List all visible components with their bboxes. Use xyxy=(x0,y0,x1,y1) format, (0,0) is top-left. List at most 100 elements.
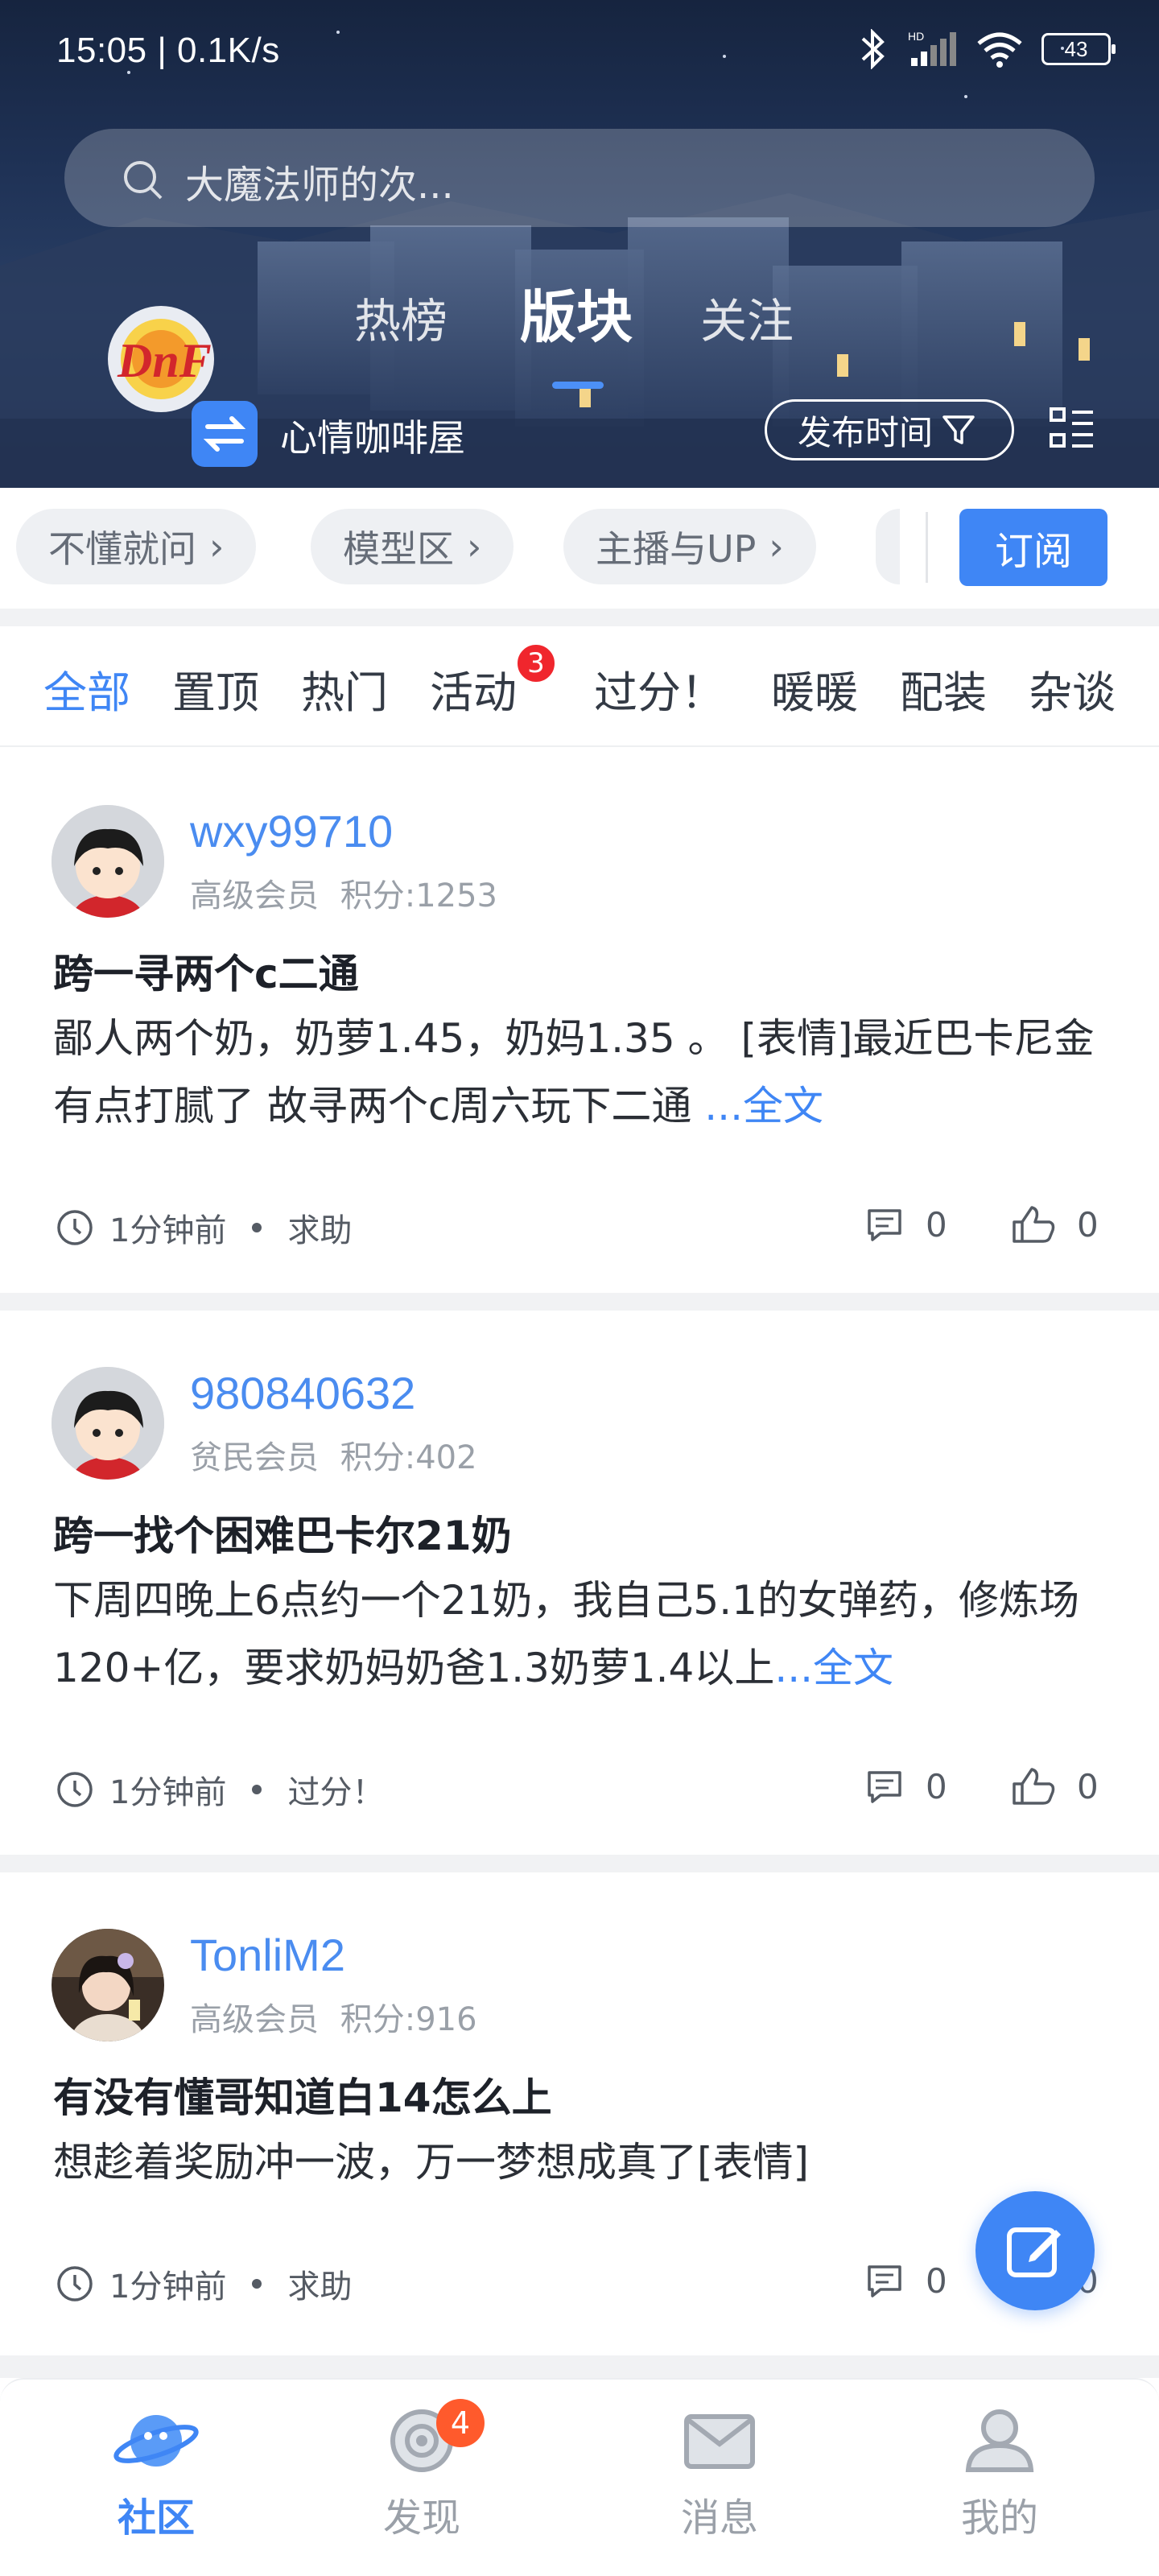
edit-icon xyxy=(1007,2227,1061,2277)
avatar[interactable] xyxy=(52,1929,164,2041)
filter-builds[interactable]: 配装 xyxy=(900,657,987,720)
post-tag[interactable]: 过分！ xyxy=(287,1766,384,1813)
filter-chat[interactable]: 杂谈 xyxy=(1029,657,1116,720)
post-tag[interactable]: 求助 xyxy=(287,2260,352,2307)
chip-partial[interactable] xyxy=(876,509,900,584)
battery-level: 43 xyxy=(1064,36,1088,61)
avatar[interactable] xyxy=(52,1367,164,1480)
nav-discover[interactable]: 发现 4 xyxy=(341,2399,502,2542)
post-meta: 1分钟前 过分！ xyxy=(55,1766,384,1813)
member-points: 积分:916 xyxy=(340,2001,477,2038)
nav-label: 消息 xyxy=(680,2496,758,2541)
member-rank: 高级会员 xyxy=(190,2001,319,2038)
post-member-info: 高级会员 积分:1253 xyxy=(190,869,497,916)
post-card[interactable]: wxy99710 高级会员 积分:1253 跨一寻两个c二通 鄙人两个奶，奶萝1… xyxy=(0,749,1159,1293)
nav-community[interactable]: 社区 xyxy=(76,2404,237,2542)
search-bar[interactable]: 大魔法师的次... xyxy=(64,129,1095,227)
filter-warm[interactable]: 暖暖 xyxy=(771,657,858,720)
nav-profile[interactable]: 我的 xyxy=(919,2404,1080,2542)
comment-icon xyxy=(868,2265,901,2297)
svg-text:HD: HD xyxy=(908,30,924,43)
post-time: 1分钟前 xyxy=(109,2268,227,2306)
member-rank: 贫民会员 xyxy=(190,1439,319,1476)
post-divider xyxy=(0,1293,1159,1311)
planet-icon xyxy=(113,2415,199,2467)
post-divider xyxy=(0,2355,1159,2378)
filter-pinned[interactable]: 置顶 xyxy=(172,657,259,720)
chevron-right-icon: › xyxy=(467,525,482,568)
signal-icon: HD xyxy=(908,30,956,66)
member-rank: 高级会员 xyxy=(190,877,319,914)
comment-count[interactable]: 0 xyxy=(864,1204,947,1245)
board-name: 心情咖啡屋 xyxy=(280,416,465,460)
post-tag[interactable]: 求助 xyxy=(287,1204,352,1251)
filter-all[interactable]: 全部 xyxy=(43,657,130,720)
wifi-icon xyxy=(977,32,1022,68)
comment-icon xyxy=(868,1771,901,1803)
clock-icon xyxy=(57,2266,93,2301)
nav-label: 发现 xyxy=(382,2496,460,2541)
post-username[interactable]: TonliM2 xyxy=(190,1929,345,1981)
tab-following[interactable]: 关注 xyxy=(700,283,794,351)
tab-hot-list[interactable]: 热榜 xyxy=(354,283,448,351)
filter-hot[interactable]: 热门 xyxy=(301,657,388,720)
read-more-link[interactable]: ...全文 xyxy=(704,1083,823,1129)
chips-divider xyxy=(926,512,928,583)
chip-label: 主播与UP xyxy=(596,527,757,571)
comment-count[interactable]: 0 xyxy=(864,2260,947,2301)
post-card[interactable]: TonliM2 高级会员 积分:916 有没有懂哥知道白14怎么上 想趁着奖励冲… xyxy=(0,1872,1159,2372)
mail-icon xyxy=(684,2414,755,2469)
separator-dot xyxy=(252,1785,262,1794)
like-count[interactable]: 0 xyxy=(1011,1204,1099,1245)
search-placeholder: 大魔法师的次... xyxy=(185,163,454,208)
post-meta: 1分钟前 求助 xyxy=(55,1204,352,1251)
post-body: 下周四晚上6点约一个21奶，我自己5.1的女弹药，修炼场120+亿，要求奶妈奶爸… xyxy=(53,1567,1116,1702)
post-card[interactable]: 980840632 贫民会员 积分:402 跨一找个困难巴卡尔21奶 下周四晚上… xyxy=(0,1311,1159,1855)
list-layout-icon[interactable] xyxy=(1048,406,1096,451)
filter-tabs: 全部 置顶 热门 活动 过分！ 暖暖 配装 杂谈 xyxy=(0,626,1159,747)
comment-icon xyxy=(868,1209,901,1241)
bottom-navigation: 社区 发现 4 消息 我的 xyxy=(0,2378,1159,2576)
post-title: 跨一找个困难巴卡尔21奶 xyxy=(53,1513,512,1559)
post-title: 跨一寻两个c二通 xyxy=(53,951,359,997)
clock-icon xyxy=(57,1210,93,1245)
post-time: 1分钟前 xyxy=(109,1774,227,1811)
comment-count[interactable]: 0 xyxy=(864,1766,947,1806)
svg-text:DnF: DnF xyxy=(117,334,212,387)
read-more-link[interactable]: ...全文 xyxy=(774,1645,893,1691)
avatar[interactable] xyxy=(52,805,164,918)
filter-too-much[interactable]: 过分！ xyxy=(594,657,724,720)
like-count[interactable]: 0 xyxy=(1011,1766,1099,1806)
thumbs-up-icon xyxy=(1013,1206,1055,1243)
chevron-right-icon: › xyxy=(769,525,784,568)
user-icon xyxy=(965,2409,1034,2472)
discover-count-badge: 4 xyxy=(436,2399,485,2447)
sort-by-time-button[interactable]: 发布时间 xyxy=(765,399,1014,460)
post-body-text: 鄙人两个奶，奶萝1.45，奶妈1.35 。 [表情]最近巴卡尼金有点打腻了 故寻… xyxy=(53,1015,1095,1129)
subscribe-button[interactable]: 订阅 xyxy=(959,509,1107,586)
post-member-info: 高级会员 积分:916 xyxy=(190,1993,477,2040)
search-icon xyxy=(124,161,163,200)
chip-streamers[interactable]: 主播与UP › xyxy=(563,509,816,584)
post-username[interactable]: 980840632 xyxy=(190,1367,415,1419)
status-bar: 15:05 | 0.1K/s HD 43 xyxy=(0,0,1159,105)
chip-questions[interactable]: 不懂就问 › xyxy=(16,509,257,584)
chip-models[interactable]: 模型区 › xyxy=(311,509,514,584)
post-body-text: 下周四晚上6点约一个21奶，我自己5.1的女弹药，修炼场120+亿，要求奶妈奶爸… xyxy=(53,1577,1079,1691)
clock-icon xyxy=(57,1772,93,1807)
post-divider xyxy=(0,1855,1159,1872)
separator-dot xyxy=(252,2279,262,2289)
filter-events[interactable]: 活动 xyxy=(430,657,517,720)
nav-messages[interactable]: 消息 xyxy=(639,2404,800,2542)
events-count-badge: 3 xyxy=(515,642,557,684)
post-username[interactable]: wxy99710 xyxy=(190,805,393,857)
compose-post-button[interactable] xyxy=(975,2191,1095,2310)
separator-dot xyxy=(252,1223,262,1232)
section-divider xyxy=(0,609,1159,626)
status-icons: HD 43 xyxy=(855,29,1116,69)
status-time: 15:05 | 0.1K/s xyxy=(56,31,280,70)
thumbs-up-icon xyxy=(1013,1768,1055,1805)
post-meta: 1分钟前 求助 xyxy=(55,2260,352,2307)
tab-boards[interactable]: 版块 xyxy=(520,272,633,353)
switch-board-icon[interactable] xyxy=(192,401,258,467)
